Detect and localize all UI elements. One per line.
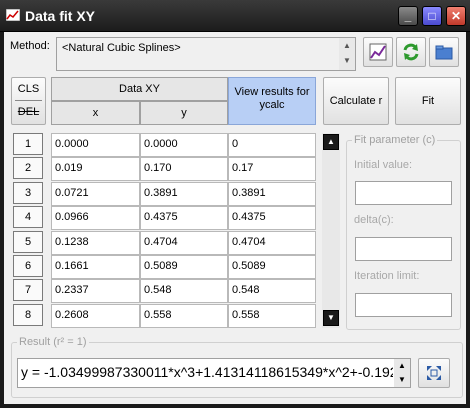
cls-button[interactable]: CLS [12,83,45,95]
row-number-button[interactable]: 5 [13,231,43,253]
cls-del-divider [15,100,42,101]
cell-y[interactable]: 0.0000 [140,133,228,157]
minimize-button[interactable]: _ [398,6,418,26]
cell-x[interactable]: 0.019 [51,157,140,181]
row-number-button[interactable]: 4 [13,206,43,228]
result-scrollbar[interactable]: ▲ ▼ [394,359,410,387]
scroll-up-icon[interactable]: ▲ [343,41,351,50]
scroll-up-icon[interactable]: ▲ [398,361,406,370]
cell-x[interactable]: 0.0000 [51,133,140,157]
del-button[interactable]: DEL [12,106,45,118]
open-button[interactable] [429,37,459,67]
cell-ycalc: 0.17 [228,157,316,181]
iteration-limit-label: Iteration limit: [354,270,420,282]
cell-x[interactable]: 0.0721 [51,182,140,206]
folder-icon [435,45,453,60]
method-select[interactable]: <Natural Cubic Splines> ▲ ▼ [56,37,356,71]
cell-y[interactable]: 0.4375 [140,206,228,230]
refresh-button[interactable] [396,37,426,67]
cell-x[interactable]: 0.2337 [51,279,140,303]
cell-x[interactable]: 0.0966 [51,206,140,230]
client-area: Method: <Natural Cubic Splines> ▲ ▼ CLS … [4,32,466,404]
view-results-button[interactable]: View results for ycalc [228,77,316,125]
data-xy-header: Data XY [51,77,228,101]
cell-y[interactable]: 0.170 [140,157,228,181]
close-button[interactable]: ✕ [446,6,466,26]
refresh-icon [403,43,419,61]
cell-y[interactable]: 0.4704 [140,231,228,255]
title-bar[interactable]: Data fit XY _ □ ✕ [0,0,470,32]
cell-y[interactable]: 0.558 [140,304,228,328]
maximize-button[interactable]: □ [422,6,442,26]
scroll-up-icon[interactable]: ▲ [323,134,339,150]
iteration-limit-input[interactable] [355,293,452,317]
initial-value-input[interactable] [355,181,452,205]
cell-ycalc: 0.558 [228,304,316,328]
window-title: Data fit XY [25,8,96,24]
delta-input[interactable] [355,237,452,261]
result-field[interactable]: y = -1.03499987330011*x^3+1.413141186153… [17,358,411,388]
cell-x[interactable]: 0.2608 [51,304,140,328]
result-title: Result (r² = 1) [17,336,89,348]
result-value: y = -1.03499987330011*x^3+1.413141186153… [21,364,393,380]
cell-y[interactable]: 0.5089 [140,255,228,279]
method-scrollbar[interactable]: ▲ ▼ [339,38,355,70]
cell-y[interactable]: 0.3891 [140,182,228,206]
scroll-down-icon[interactable]: ▼ [343,56,351,65]
app-icon [6,9,20,21]
col-x-header: x [51,101,140,125]
cell-ycalc: 0.3891 [228,182,316,206]
cls-del-panel: CLS DEL [11,77,46,125]
expand-button[interactable] [418,358,450,388]
cell-ycalc: 0.548 [228,279,316,303]
row-number-button[interactable]: 7 [13,279,43,301]
row-number-button[interactable]: 1 [13,133,43,155]
scroll-down-icon[interactable]: ▼ [323,310,339,326]
initial-value-label: Initial value: [354,159,413,171]
cell-ycalc: 0.4375 [228,206,316,230]
delta-label: delta(c): [354,214,394,226]
fit-button[interactable]: Fit [395,77,461,125]
col-y-header: y [140,101,228,125]
cell-x[interactable]: 0.1661 [51,255,140,279]
method-label: Method: [10,40,50,52]
plot-button[interactable] [363,37,393,67]
cell-ycalc: 0 [228,133,316,157]
method-value: <Natural Cubic Splines> [62,42,181,54]
row-number-button[interactable]: 8 [13,304,43,326]
row-number-button[interactable]: 6 [13,255,43,277]
cell-y[interactable]: 0.548 [140,279,228,303]
row-number-button[interactable]: 3 [13,182,43,204]
fit-parameter-title: Fit parameter (c) [352,134,438,146]
app-window: Data fit XY _ □ ✕ Method: <Natural Cubic… [0,0,470,408]
cell-x[interactable]: 0.1238 [51,231,140,255]
cell-ycalc: 0.4704 [228,231,316,255]
row-number-button[interactable]: 2 [13,157,43,179]
table-scrollbar[interactable]: ▲ ▼ [322,133,340,328]
calculate-r-button[interactable]: Calculate r [323,77,389,125]
scroll-down-icon[interactable]: ▼ [398,375,406,384]
cell-ycalc: 0.5089 [228,255,316,279]
chart-icon [369,43,387,61]
expand-icon [427,366,441,380]
